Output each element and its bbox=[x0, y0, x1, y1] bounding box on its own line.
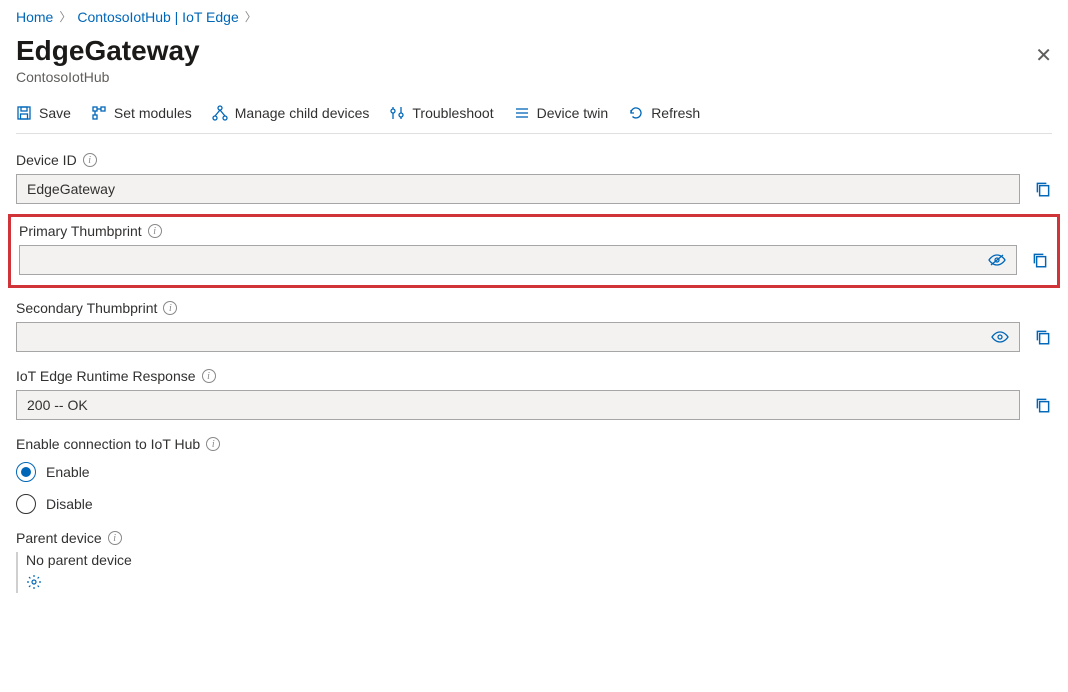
set-modules-label: Set modules bbox=[114, 105, 192, 121]
info-icon[interactable]: i bbox=[83, 153, 97, 167]
save-label: Save bbox=[39, 105, 71, 121]
primary-thumbprint-input[interactable] bbox=[19, 245, 1017, 275]
enable-connection-field: Enable connection to IoT Hub i Enable Di… bbox=[16, 436, 1052, 514]
copy-icon[interactable] bbox=[1034, 328, 1052, 346]
primary-thumbprint-field: Primary Thumbprint i bbox=[19, 223, 1049, 275]
troubleshoot-button[interactable]: Troubleshoot bbox=[389, 105, 493, 121]
eye-hidden-icon[interactable] bbox=[988, 253, 1006, 267]
radio-enable[interactable]: Enable bbox=[16, 462, 1052, 482]
radio-disable-label: Disable bbox=[46, 496, 93, 512]
troubleshoot-icon bbox=[389, 105, 405, 121]
device-twin-button[interactable]: Device twin bbox=[514, 105, 609, 121]
device-id-value: EdgeGateway bbox=[27, 181, 115, 197]
set-modules-button[interactable]: Set modules bbox=[91, 105, 192, 121]
refresh-label: Refresh bbox=[651, 105, 700, 121]
chevron-right-icon: 〉 bbox=[245, 8, 257, 25]
troubleshoot-label: Troubleshoot bbox=[412, 105, 493, 121]
device-id-input[interactable]: EdgeGateway bbox=[16, 174, 1020, 204]
toolbar: Save Set modules Manage child devices Tr… bbox=[16, 99, 1052, 134]
parent-device-field: Parent device i No parent device bbox=[16, 530, 1052, 593]
device-id-field: Device ID i EdgeGateway bbox=[16, 152, 1052, 204]
runtime-response-label: IoT Edge Runtime Response bbox=[16, 368, 196, 384]
radio-enable-label: Enable bbox=[46, 464, 90, 480]
runtime-response-input[interactable]: 200 -- OK bbox=[16, 390, 1020, 420]
list-icon bbox=[514, 105, 530, 121]
secondary-thumbprint-input[interactable] bbox=[16, 322, 1020, 352]
save-button[interactable]: Save bbox=[16, 105, 71, 121]
save-icon bbox=[16, 105, 32, 121]
breadcrumb-hub[interactable]: ContosoIotHub | IoT Edge bbox=[77, 9, 238, 25]
hierarchy-icon bbox=[212, 105, 228, 121]
refresh-icon bbox=[628, 105, 644, 121]
copy-icon[interactable] bbox=[1031, 251, 1049, 269]
info-icon[interactable]: i bbox=[108, 531, 122, 545]
info-icon[interactable]: i bbox=[202, 369, 216, 383]
device-twin-label: Device twin bbox=[537, 105, 609, 121]
radio-circle-icon bbox=[16, 494, 36, 514]
gear-icon[interactable] bbox=[26, 574, 42, 590]
eye-icon[interactable] bbox=[991, 330, 1009, 344]
parent-device-value: No parent device bbox=[26, 552, 1052, 568]
secondary-thumbprint-field: Secondary Thumbprint i bbox=[16, 300, 1052, 352]
primary-thumbprint-highlight: Primary Thumbprint i bbox=[8, 214, 1060, 288]
manage-child-label: Manage child devices bbox=[235, 105, 370, 121]
radio-circle-icon bbox=[16, 462, 36, 482]
breadcrumb-home[interactable]: Home bbox=[16, 9, 53, 25]
runtime-response-field: IoT Edge Runtime Response i 200 -- OK bbox=[16, 368, 1052, 420]
page-subtitle: ContosoIotHub bbox=[16, 69, 200, 85]
page-title: EdgeGateway bbox=[16, 35, 200, 67]
primary-thumbprint-label: Primary Thumbprint bbox=[19, 223, 142, 239]
copy-icon[interactable] bbox=[1034, 396, 1052, 414]
close-icon[interactable]: ✕ bbox=[1035, 43, 1052, 68]
radio-disable[interactable]: Disable bbox=[16, 494, 1052, 514]
info-icon[interactable]: i bbox=[148, 224, 162, 238]
chevron-right-icon: 〉 bbox=[59, 8, 71, 25]
info-icon[interactable]: i bbox=[163, 301, 177, 315]
refresh-button[interactable]: Refresh bbox=[628, 105, 700, 121]
runtime-response-value: 200 -- OK bbox=[27, 397, 88, 413]
modules-icon bbox=[91, 105, 107, 121]
enable-connection-label: Enable connection to IoT Hub bbox=[16, 436, 200, 452]
parent-device-label: Parent device bbox=[16, 530, 102, 546]
copy-icon[interactable] bbox=[1034, 180, 1052, 198]
device-id-label: Device ID bbox=[16, 152, 77, 168]
secondary-thumbprint-label: Secondary Thumbprint bbox=[16, 300, 157, 316]
manage-child-button[interactable]: Manage child devices bbox=[212, 105, 370, 121]
info-icon[interactable]: i bbox=[206, 437, 220, 451]
breadcrumb: Home 〉 ContosoIotHub | IoT Edge 〉 bbox=[16, 8, 1052, 25]
